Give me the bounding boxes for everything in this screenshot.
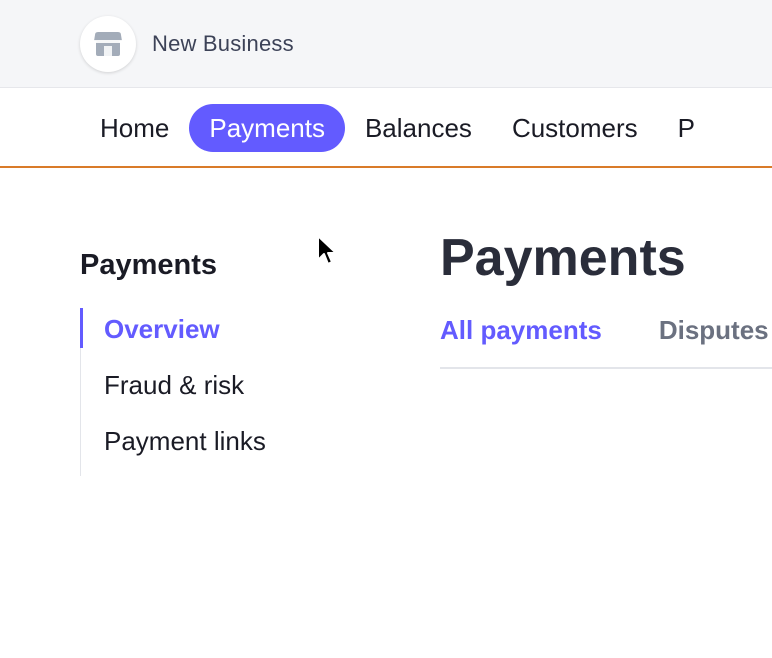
nav-item-balances[interactable]: Balances bbox=[345, 104, 492, 152]
mouse-pointer-icon bbox=[317, 235, 337, 265]
tab-all-payments[interactable]: All payments bbox=[440, 310, 602, 367]
nav-item-home[interactable]: Home bbox=[80, 104, 189, 152]
payments-sidebar: Payments Overview Fraud & risk Payment l… bbox=[80, 244, 380, 476]
top-bar: New Business bbox=[0, 0, 772, 88]
sidebar-link-payment-links[interactable]: Payment links bbox=[81, 420, 380, 476]
sidebar-link-fraud-risk[interactable]: Fraud & risk bbox=[81, 364, 380, 420]
account-name: New Business bbox=[152, 31, 294, 56]
payments-tabs: All payments Disputes bbox=[440, 310, 772, 369]
account-switcher[interactable]: New Business bbox=[80, 16, 294, 72]
storefront-icon bbox=[80, 16, 136, 72]
nav-item-truncated[interactable]: P bbox=[658, 104, 715, 152]
nav-item-customers[interactable]: Customers bbox=[492, 104, 658, 152]
main-content: Payments All payments Disputes bbox=[440, 224, 772, 369]
main-nav: Home Payments Balances Customers P bbox=[0, 88, 772, 168]
sidebar-links: Overview Fraud & risk Payment links bbox=[80, 308, 380, 476]
tab-disputes[interactable]: Disputes bbox=[659, 310, 769, 367]
nav-item-payments[interactable]: Payments bbox=[189, 104, 345, 152]
sidebar-link-overview[interactable]: Overview bbox=[80, 308, 380, 364]
page-title: Payments bbox=[440, 229, 686, 287]
